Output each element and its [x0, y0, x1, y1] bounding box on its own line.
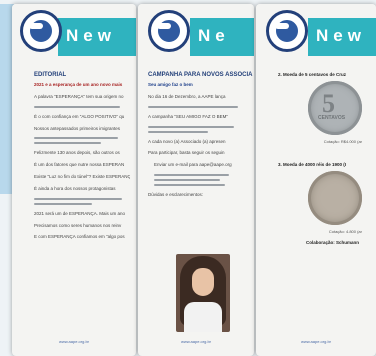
aape-logo: [148, 10, 190, 52]
text-lines: [34, 137, 130, 145]
text-lines: [34, 197, 130, 205]
paragraph: E com ESPERANÇA confiamos em "algo pos: [34, 234, 125, 240]
coin-credit: Cotação: 4.800 (ar: [328, 229, 362, 234]
bullet-item: Enviar um e-mail para aape@aape.org: [154, 162, 232, 168]
coin-caption: 2. Moeda de 5 centavos de Cruz: [278, 72, 347, 77]
paragraph: É o com confiança em "ALGO POSITIVO" qu: [34, 113, 125, 119]
page-body: 2. Moeda de 5 centavos de Cruz 5 CENTAVO…: [256, 62, 376, 356]
header-banner: New: [308, 18, 376, 56]
aape-logo: [266, 10, 308, 52]
paragraph: É ainda a hora dos nossos protagonistas: [34, 185, 116, 191]
text-lines: [148, 105, 248, 108]
section-title: CAMPANHA PARA NOVOS ASSOCIA: [148, 72, 253, 78]
paragraph: No dia 16 de Dezembro, a AAPE lança: [148, 93, 226, 99]
footer-link: www.aape.org.br: [58, 339, 89, 344]
footer-link: www.aape.org.br: [180, 339, 211, 344]
coin-credit: Cotação: R$4.000 (ar: [323, 139, 362, 144]
paragraph: A palavra "ESPERANÇA" tem sua origem no: [34, 93, 124, 99]
text-lines: [34, 105, 130, 108]
coin-image: 5 CENTAVOS: [308, 81, 362, 135]
paragraph: Precisamos como seres humanos nos reinv: [34, 222, 122, 228]
page-header: New: [256, 4, 376, 62]
paragraph: É um dos fatores que nutre nossa ESPERAN: [34, 162, 125, 168]
page-header: Ne: [138, 4, 254, 62]
text-lines: [148, 125, 248, 133]
section-title: EDITORIAL: [34, 72, 67, 78]
newsletter-page-coins: New 2. Moeda de 5 centavos de Cruz 5 CEN…: [256, 4, 376, 356]
header-banner: New: [58, 18, 136, 56]
paragraph: Nossos antepassados primeiros imigrantes: [34, 125, 121, 131]
paragraph: 2021 será um de ESPERANÇA. Mais um ano: [34, 210, 126, 216]
collaboration-credit: Colaboração: Schumann: [306, 240, 360, 245]
headline: 2021 e a esperança de um ano novo mais: [34, 82, 123, 87]
footer-link: www.aape.org.br: [300, 339, 331, 344]
paragraph: Dúvidas e esclarecimentos:: [148, 192, 204, 198]
header-banner: Ne: [190, 18, 254, 56]
newsletter-collage: New EDITORIAL 2021 e a esperança de um a…: [0, 0, 376, 356]
aape-logo: [20, 10, 62, 52]
greeting: Seu amigo faz o bem: [148, 82, 193, 87]
coin-caption: 3. Moeda de 4000 réis de 1900 (I: [278, 162, 347, 167]
paragraph: A campanha "SEU AMIGO FAZ O BEM": [148, 113, 228, 119]
newsletter-page-editorial: New EDITORIAL 2021 e a esperança de um a…: [12, 4, 136, 356]
page-header: New: [12, 4, 136, 62]
coin-word: CENTAVOS: [318, 115, 346, 121]
page-body: EDITORIAL 2021 e a esperança de um ano n…: [12, 62, 136, 356]
paragraph: A cada novo (a) Associado (a) apresen: [148, 138, 226, 144]
text-lines: [154, 174, 248, 187]
paragraph: Felizmente 130 anos depois, são outros o…: [34, 150, 120, 156]
coin-image: [308, 171, 362, 225]
portrait-photo: [176, 254, 230, 332]
paragraph: Para participar, basta seguir os seguin: [148, 150, 225, 156]
paragraph: Existe "Luz no fim do túnel"? Existe ESP…: [34, 174, 130, 180]
newsletter-page-campaign: Ne CAMPANHA PARA NOVOS ASSOCIA Seu amigo…: [138, 4, 254, 356]
